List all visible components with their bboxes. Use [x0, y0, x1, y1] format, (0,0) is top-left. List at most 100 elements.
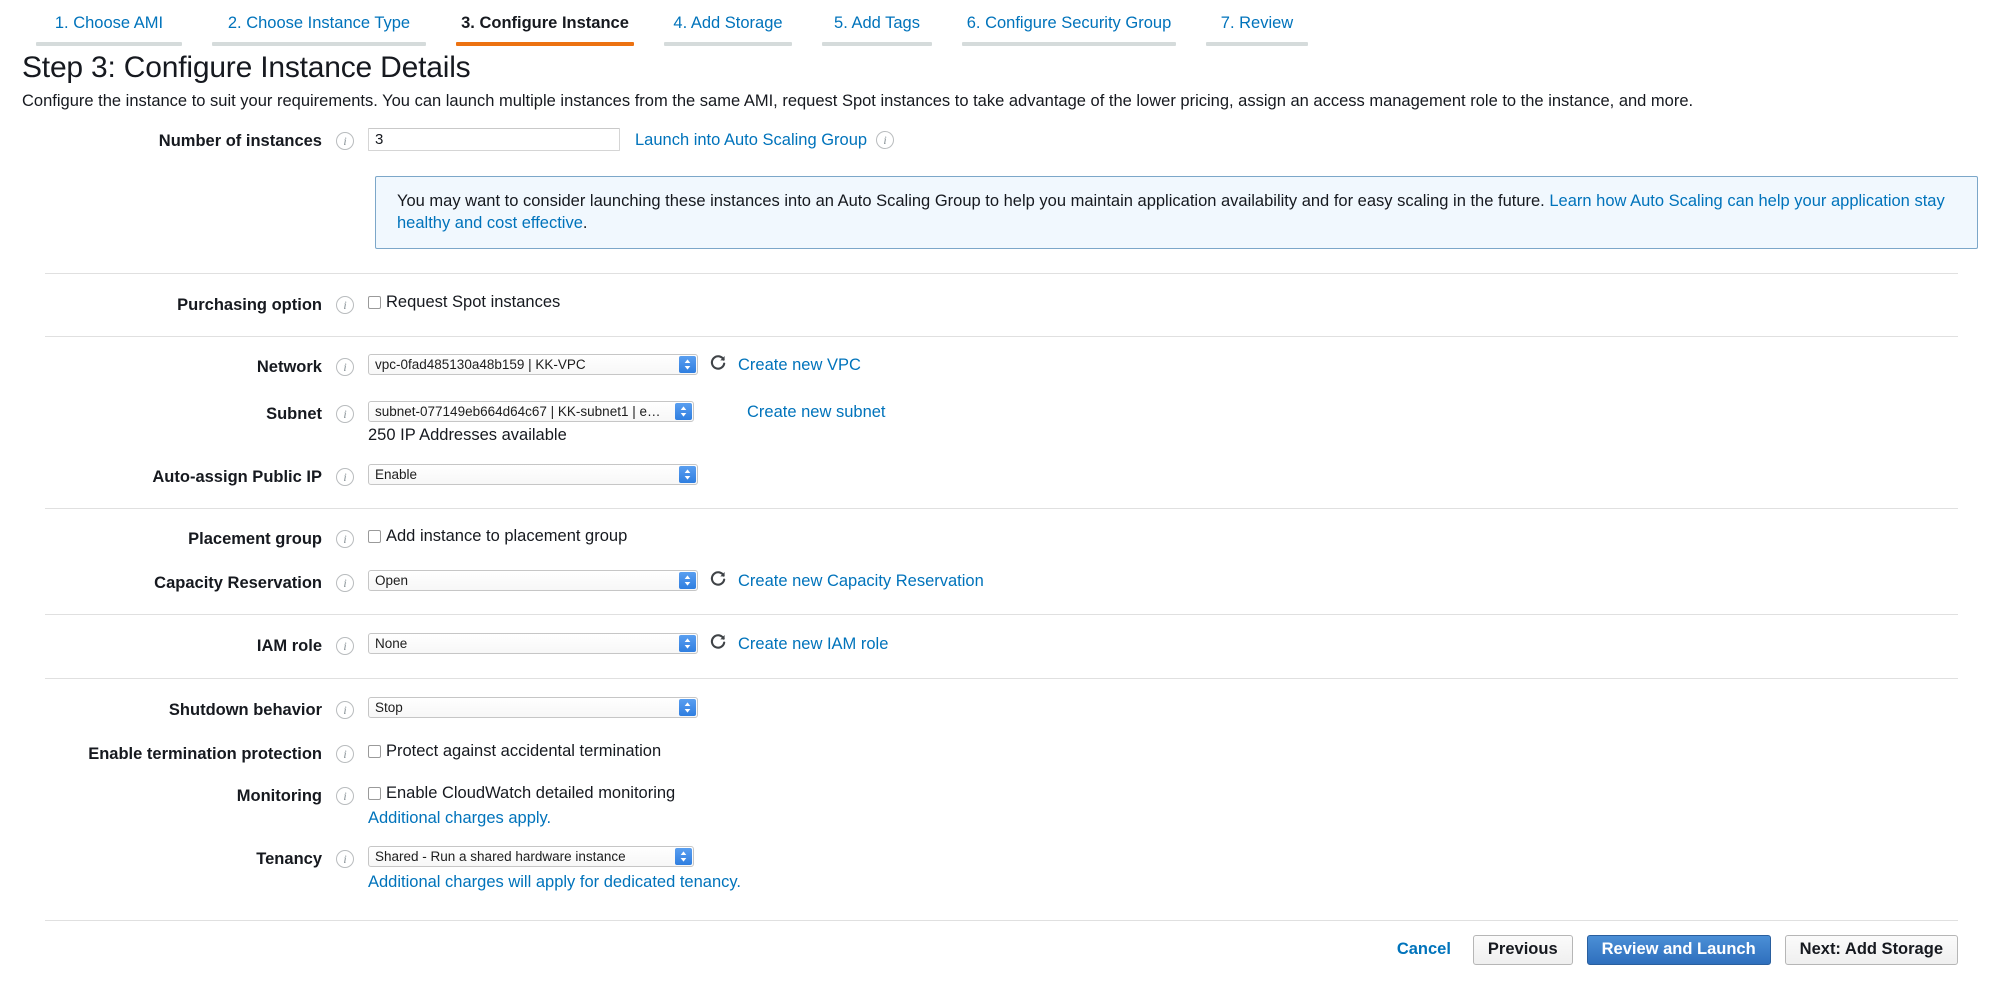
chevron-updown-icon	[679, 466, 696, 483]
info-icon[interactable]: i	[336, 850, 354, 868]
info-icon[interactable]: i	[336, 468, 354, 486]
callout-text-after: .	[582, 214, 588, 232]
refresh-icon[interactable]	[709, 354, 727, 372]
page-header: Step 3: Configure Instance Details Confi…	[22, 50, 1982, 111]
next-add-storage-button[interactable]: Next: Add Storage	[1784, 934, 1958, 965]
purchasing-option-label: Purchasing option	[177, 296, 322, 314]
footer-actions: Cancel Previous Review and Launch Next: …	[0, 921, 1999, 978]
create-new-iam-role-link[interactable]: Create new IAM role	[738, 634, 888, 654]
wizard-tab-underline	[1206, 42, 1308, 46]
callout-spacer	[0, 154, 322, 157]
info-icon[interactable]: i	[336, 358, 354, 376]
placement-group-info[interactable]: i	[322, 526, 368, 548]
create-new-vpc-link[interactable]: Create new VPC	[738, 355, 861, 375]
tenancy-additional-charges-link[interactable]: Additional charges will apply for dedica…	[368, 873, 741, 891]
enable-cloudwatch-detailed-monitoring-checkbox[interactable]	[368, 787, 381, 800]
row-subnet: Subnet i subnet-077149eb664d64c67 | KK-s…	[0, 401, 1999, 445]
chevron-updown-icon	[679, 572, 696, 589]
enable-cloudwatch-detailed-monitoring-label[interactable]: Enable CloudWatch detailed monitoring	[386, 783, 675, 804]
add-instance-to-placement-group-checkbox[interactable]	[368, 530, 381, 543]
add-instance-to-placement-group-label[interactable]: Add instance to placement group	[386, 526, 627, 547]
tenancy-select[interactable]: Shared - Run a shared hardware instance	[368, 846, 694, 867]
wizard-footer: Cancel Previous Review and Launch Next: …	[0, 920, 1999, 982]
info-icon[interactable]: i	[336, 745, 354, 763]
wizard-tab-label: 6. Configure Security Group	[966, 14, 1172, 32]
wizard-tab-add-tags[interactable]: 5. Add Tags	[814, 0, 940, 46]
chevron-updown-icon	[679, 356, 696, 373]
launch-into-auto-scaling-group-link[interactable]: Launch into Auto Scaling Group	[635, 130, 867, 150]
shutdown-behavior-select[interactable]: Stop	[368, 697, 698, 718]
iam-role-controls: None Create new IAM role	[368, 633, 1999, 654]
row-tenancy: Tenancy i Shared - Run a shared hardware…	[0, 846, 1999, 892]
subnet-ip-availability-note: 250 IP Addresses available	[368, 426, 567, 444]
info-icon[interactable]: i	[336, 787, 354, 805]
capacity-reservation-label: Capacity Reservation	[154, 574, 322, 592]
wizard-tab-add-storage[interactable]: 4. Add Storage	[656, 0, 800, 46]
info-icon[interactable]: i	[336, 132, 354, 150]
iam-role-info[interactable]: i	[322, 633, 368, 655]
wizard-tab-underline	[664, 42, 792, 46]
info-icon[interactable]: i	[336, 574, 354, 592]
row-purchasing-option: Purchasing option i Request Spot instanc…	[0, 292, 1999, 318]
create-new-capacity-reservation-link[interactable]: Create new Capacity Reservation	[738, 571, 984, 591]
wizard-tab-label: 1. Choose AMI	[54, 14, 164, 32]
protect-against-accidental-termination-checkbox[interactable]	[368, 745, 381, 758]
info-icon[interactable]: i	[336, 296, 354, 314]
purchasing-option-info[interactable]: i	[322, 292, 368, 314]
wizard-tab-choose-ami[interactable]: 1. Choose AMI	[28, 0, 190, 46]
previous-button[interactable]: Previous	[1472, 934, 1573, 965]
number-of-instances-input[interactable]	[368, 128, 620, 151]
wizard-tab-choose-instance-type[interactable]: 2. Choose Instance Type	[204, 0, 434, 46]
auto-assign-public-ip-controls: Enable	[368, 464, 1999, 485]
request-spot-instances-label[interactable]: Request Spot instances	[386, 292, 560, 313]
number-of-instances-controls: Launch into Auto Scaling Group i	[368, 128, 1999, 151]
subnet-select[interactable]: subnet-077149eb664d64c67 | KK-subnet1 | …	[368, 401, 694, 422]
monitoring-note-wrap: Additional charges apply.	[368, 808, 1999, 828]
wizard-tab-configure-instance[interactable]: 3. Configure Instance	[448, 0, 642, 46]
wizard-tab-underline	[822, 42, 932, 46]
iam-role-select[interactable]: None	[368, 633, 698, 654]
subnet-info[interactable]: i	[322, 401, 368, 423]
shutdown-behavior-info[interactable]: i	[322, 697, 368, 719]
info-icon[interactable]: i	[336, 701, 354, 719]
request-spot-instances-checkbox[interactable]	[368, 296, 381, 309]
group-number-of-instances: Number of instances i Launch into Auto S…	[0, 128, 1999, 273]
info-icon[interactable]: i	[336, 530, 354, 548]
wizard-tab-review[interactable]: 7. Review	[1198, 0, 1316, 46]
refresh-icon[interactable]	[709, 633, 727, 651]
monitoring-info[interactable]: i	[322, 783, 368, 805]
row-termination-protection: Enable termination protection i Protect …	[0, 741, 1999, 767]
page-subtitle: Configure the instance to suit your requ…	[22, 92, 1694, 110]
monitoring-additional-charges-link[interactable]: Additional charges apply.	[368, 809, 551, 827]
network-select[interactable]: vpc-0fad485130a48b159 | KK-VPC	[368, 354, 698, 375]
monitoring-controls: Enable CloudWatch detailed monitoring Ad…	[368, 783, 1999, 828]
cancel-button[interactable]: Cancel	[1389, 940, 1459, 959]
network-info[interactable]: i	[322, 354, 368, 376]
info-icon[interactable]: i	[336, 637, 354, 655]
row-monitoring: Monitoring i Enable CloudWatch detailed …	[0, 783, 1999, 828]
wizard-tab-label: 4. Add Storage	[673, 14, 783, 32]
termination-protection-info[interactable]: i	[322, 741, 368, 763]
chevron-updown-icon	[679, 635, 696, 652]
wizard-tab-label: 7. Review	[1220, 14, 1294, 32]
auto-assign-public-ip-select[interactable]: Enable	[368, 464, 698, 485]
info-icon[interactable]: i	[876, 131, 895, 149]
info-icon[interactable]: i	[336, 405, 354, 423]
tenancy-info[interactable]: i	[322, 846, 368, 868]
protect-against-accidental-termination-label[interactable]: Protect against accidental termination	[386, 741, 661, 762]
tenancy-value: Shared - Run a shared hardware instance	[375, 849, 626, 864]
subnet-controls: subnet-077149eb664d64c67 | KK-subnet1 | …	[368, 401, 1999, 445]
capacity-reservation-select[interactable]: Open	[368, 570, 698, 591]
row-capacity-reservation: Capacity Reservation i Open Create new C…	[0, 570, 1999, 596]
auto-assign-public-ip-info[interactable]: i	[322, 464, 368, 486]
review-and-launch-button[interactable]: Review and Launch	[1586, 934, 1771, 965]
group-instance-behavior: Shutdown behavior i Stop Enable terminat…	[0, 679, 1999, 912]
subnet-select-value: subnet-077149eb664d64c67 | KK-subnet1 | …	[375, 404, 693, 419]
capacity-reservation-info[interactable]: i	[322, 570, 368, 592]
number-of-instances-info[interactable]: i	[322, 128, 368, 150]
shutdown-behavior-value: Stop	[375, 700, 403, 715]
wizard-tab-configure-security-group[interactable]: 6. Configure Security Group	[954, 0, 1184, 46]
create-new-subnet-link[interactable]: Create new subnet	[747, 402, 886, 422]
refresh-icon[interactable]	[709, 570, 727, 588]
page-title: Step 3: Configure Instance Details	[22, 51, 471, 84]
